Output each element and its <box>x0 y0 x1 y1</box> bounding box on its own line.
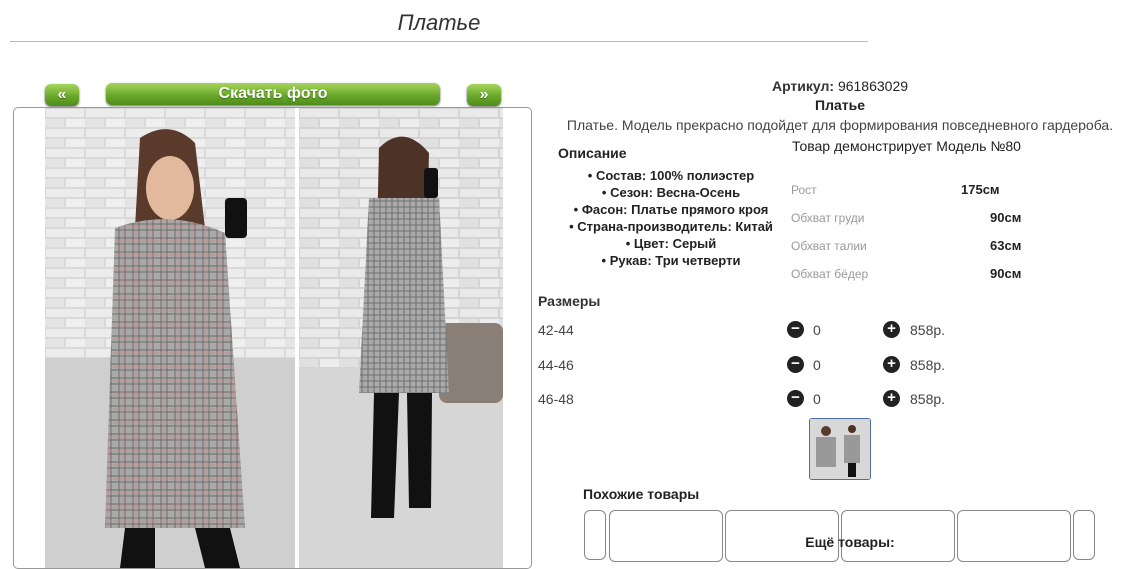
size-price: 858р. <box>910 391 946 407</box>
size-row: 42-44 − 0 + 858р. <box>538 320 958 340</box>
title-divider <box>10 41 868 42</box>
size-quantity: 0 <box>813 322 821 338</box>
similar-product-card[interactable] <box>957 510 1071 562</box>
article-line: Артикул: 961863029 <box>538 78 1135 94</box>
model-param-value: 90см <box>990 266 1022 281</box>
model-param-row: Рост 175см <box>791 182 1031 197</box>
plus-circle-icon[interactable]: + <box>883 356 900 373</box>
model-param-value: 90см <box>990 210 1022 225</box>
similar-product-card[interactable] <box>609 510 723 562</box>
description-item: Цвет: Серый <box>538 235 804 252</box>
next-photo-button[interactable]: » <box>467 84 501 106</box>
model-param-label: Обхват талии <box>791 239 867 253</box>
product-photo-front <box>45 108 295 568</box>
model-param-value: 175см <box>961 182 1000 197</box>
model-param-label: Обхват груди <box>791 211 865 225</box>
model-param-row: Обхват талии 63см <box>791 238 1031 253</box>
size-price: 858р. <box>910 322 946 338</box>
description-item: Сезон: Весна-Осень <box>538 184 804 201</box>
download-photo-button[interactable]: Скачать фото <box>106 83 440 105</box>
description-item: Фасон: Платье прямого кроя <box>538 201 804 218</box>
description-list: Состав: 100% полиэстер Сезон: Весна-Осен… <box>538 167 804 269</box>
similar-products-heading: Похожие товары <box>583 486 700 502</box>
carousel-next-button[interactable] <box>1073 510 1095 560</box>
carousel-prev-button[interactable] <box>584 510 606 560</box>
size-label: 44-46 <box>538 357 574 373</box>
description-heading: Описание <box>558 145 627 161</box>
more-products-label: Ещё товары: <box>805 534 895 550</box>
photo-frame <box>13 107 532 569</box>
prev-photo-button[interactable]: « <box>45 84 79 106</box>
minus-circle-icon[interactable]: − <box>787 321 804 338</box>
model-param-label: Рост <box>791 183 817 197</box>
size-quantity: 0 <box>813 391 821 407</box>
article-label: Артикул: <box>771 78 835 94</box>
description-item: Рукав: Три четверти <box>538 252 804 269</box>
sizes-heading: Размеры <box>538 293 601 309</box>
model-param-row: Обхват бёдер 90см <box>791 266 1031 281</box>
model-param-label: Обхват бёдер <box>791 267 869 281</box>
size-row: 46-48 − 0 + 858р. <box>538 389 958 409</box>
photo-thumbnail[interactable] <box>809 418 871 480</box>
size-label: 46-48 <box>538 391 574 407</box>
size-label: 42-44 <box>538 322 574 338</box>
size-quantity: 0 <box>813 357 821 373</box>
model-param-row: Обхват груди 90см <box>791 210 1031 225</box>
product-photo-side <box>299 108 503 568</box>
size-row: 44-46 − 0 + 858р. <box>538 355 958 375</box>
description-item: Состав: 100% полиэстер <box>538 167 804 184</box>
article-number: 961863029 <box>837 78 909 94</box>
page-title: Платье <box>397 10 481 35</box>
plus-circle-icon[interactable]: + <box>883 390 900 407</box>
product-name: Платье <box>815 97 865 113</box>
size-price: 858р. <box>910 357 946 373</box>
plus-circle-icon[interactable]: + <box>883 321 900 338</box>
product-description: Платье. Модель прекрасно подойдет для фо… <box>566 117 1114 133</box>
model-heading: Товар демонстрирует Модель №80 <box>792 138 1021 154</box>
description-item: Страна-производитель: Китай <box>538 218 804 235</box>
minus-circle-icon[interactable]: − <box>787 390 804 407</box>
model-param-value: 63см <box>990 238 1022 253</box>
minus-circle-icon[interactable]: − <box>787 356 804 373</box>
